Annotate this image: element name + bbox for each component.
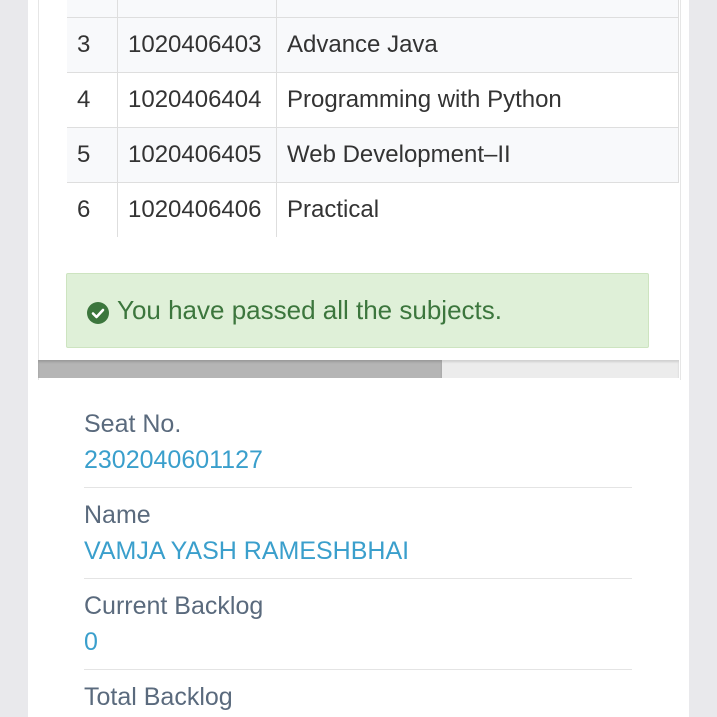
table-row-partial — [67, 0, 679, 18]
check-circle-icon — [87, 300, 109, 324]
seat-no-row: Seat No. 2302040601127 — [84, 407, 632, 488]
name-value: VAMJA YASH RAMESHBHAI — [84, 537, 410, 565]
current-backlog-label: Current Backlog — [84, 592, 264, 620]
pass-alert: You have passed all the subjects. — [66, 273, 649, 348]
subject-number: 6 — [67, 182, 118, 237]
current-backlog-row: Current Backlog 0 — [84, 589, 632, 670]
subject-number: 5 — [67, 127, 118, 183]
current-backlog-value: 0 — [84, 628, 98, 656]
subject-number: 3 — [67, 17, 118, 73]
result-page: 3 1020406403 Advance Java 4 1020406404 P… — [0, 0, 717, 717]
seat-no-label: Seat No. — [84, 410, 182, 438]
subject-number: 4 — [67, 72, 118, 128]
table-row: 3 1020406403 Advance Java — [67, 17, 679, 73]
horizontal-scrollbar[interactable] — [38, 360, 679, 378]
seat-no-value: 2302040601127 — [84, 446, 263, 474]
table-row: 4 1020406404 Programming with Python — [67, 72, 679, 128]
pass-message: You have passed all the subjects. — [117, 295, 502, 325]
subject-name: Advance Java — [276, 17, 679, 73]
subjects-table: 3 1020406403 Advance Java 4 1020406404 P… — [67, 0, 679, 237]
table-row: 5 1020406405 Web Development–II — [67, 127, 679, 183]
name-label: Name — [84, 501, 151, 529]
subject-code: 1020406403 — [117, 17, 277, 73]
subject-name: Web Development–II — [276, 127, 679, 183]
total-backlog-row: Total Backlog — [84, 680, 632, 717]
subject-code: 1020406404 — [117, 72, 277, 128]
subject-name: Programming with Python — [276, 72, 679, 128]
subject-name: Practical — [276, 182, 679, 237]
student-info: Seat No. 2302040601127 Name VAMJA YASH R… — [84, 405, 632, 717]
total-backlog-label: Total Backlog — [84, 683, 233, 711]
name-row: Name VAMJA YASH RAMESHBHAI — [84, 498, 632, 579]
subject-code: 1020406405 — [117, 127, 277, 183]
table-row: 6 1020406406 Practical — [67, 182, 679, 237]
scrollbar-thumb[interactable] — [38, 360, 442, 378]
subject-code: 1020406406 — [117, 182, 277, 237]
